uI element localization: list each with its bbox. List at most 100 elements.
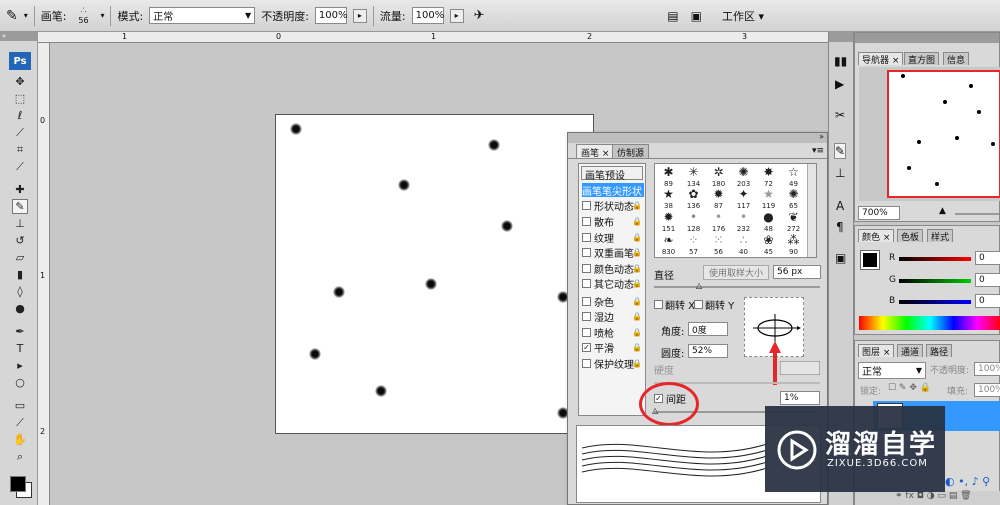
flip-y-row[interactable]: 翻转 Y [694, 297, 734, 312]
panel-menu-icon[interactable]: ▾≡ [812, 146, 824, 156]
navigator-view-box[interactable] [887, 70, 1000, 198]
flow-input[interactable]: 100% [411, 7, 444, 24]
angle-input[interactable]: 0度 [688, 322, 728, 336]
diameter-input[interactable]: 56 px [773, 265, 821, 279]
brush-tip[interactable]: ❦ 272 [782, 210, 805, 233]
list-item-color-dynamics[interactable]: 颜色动态 🔒 [582, 261, 644, 276]
gradient-icon[interactable]: ▮ [12, 267, 28, 282]
flow-slider-button[interactable]: ▸ [449, 8, 464, 23]
tab-paths[interactable]: 路径 [926, 344, 953, 358]
mode-dropdown[interactable]: 正常 ▼ [149, 7, 256, 24]
brush-tip[interactable]: ✸ 72 [757, 165, 780, 188]
pen-icon[interactable]: ✒ [12, 324, 28, 339]
checkbox[interactable] [582, 216, 591, 226]
diameter-slider-handle[interactable]: △ [696, 281, 702, 290]
tool-preset-dropdown-icon[interactable]: ▾ [24, 11, 28, 20]
eraser-icon[interactable]: ▱ [12, 250, 28, 265]
lasso-icon[interactable]: ℓ [12, 108, 28, 123]
fill-input[interactable]: 100% [974, 383, 1000, 397]
type-icon[interactable]: T [12, 341, 28, 356]
tab-channels[interactable]: 通道 [897, 344, 924, 358]
brush-tip[interactable]: • 176 [707, 210, 730, 233]
brush-tip[interactable]: ⁘ 57 [682, 233, 705, 256]
brush-tip[interactable]: ✳ 134 [682, 165, 705, 188]
g-slider[interactable] [899, 279, 971, 283]
path-select-icon[interactable]: ▸ [12, 358, 28, 373]
hand-icon[interactable]: ✋ [12, 432, 28, 447]
eyedropper2-icon[interactable]: ⟋ [12, 415, 28, 430]
tool-presets-icon[interactable]: ✂ [835, 108, 845, 122]
b-input[interactable]: 0 [975, 294, 1000, 308]
brush-icon[interactable]: ✎ [12, 199, 28, 214]
dodge-icon[interactable]: ● [12, 301, 28, 316]
dock-icon[interactable]: ▮▮ [834, 54, 847, 68]
clone-source-icon[interactable]: ⊥ [835, 166, 845, 180]
list-item-brush-tip-shape[interactable]: 画笔笔尖形状 [582, 183, 644, 198]
brush-tip[interactable]: ❀ 45 [757, 233, 780, 256]
list-item-protect-texture[interactable]: 保护纹理 🔒 [582, 356, 644, 371]
brush-tip[interactable]: • 232 [732, 210, 755, 233]
brush-tip[interactable]: ✦ 117 [732, 187, 755, 210]
tab-styles[interactable]: 样式 [927, 229, 954, 243]
eyedropper-icon[interactable]: ⟋ [12, 159, 28, 174]
opacity-input[interactable]: 100% [314, 7, 348, 24]
tab-layers[interactable]: 图层 × [858, 344, 895, 358]
brush-tip[interactable]: ★ 119 [757, 187, 780, 210]
brush-presets-button[interactable]: 画笔预设 [581, 166, 643, 182]
character-icon[interactable]: A [836, 199, 844, 213]
tab-brush[interactable]: 画笔 × [576, 144, 615, 159]
tab-info[interactable]: 信息 [943, 52, 970, 66]
layer-comps-icon[interactable]: ▣ [835, 251, 846, 265]
shape-icon[interactable]: ○ [12, 375, 28, 390]
diameter-slider[interactable] [654, 286, 820, 288]
tip-grid-scrollbar[interactable] [807, 164, 816, 257]
list-item-scattering[interactable]: 散布 🔒 [582, 214, 644, 229]
tab-swatches[interactable]: 色板 [897, 229, 924, 243]
blend-mode-dropdown[interactable]: 正常 ▼ [858, 362, 926, 379]
brush-tip[interactable]: ● 48 [757, 210, 780, 233]
layer-opacity-input[interactable]: 100% [974, 362, 1000, 376]
document-canvas[interactable] [275, 114, 594, 434]
brush-panel-header[interactable]: » [568, 132, 827, 143]
brush-tip[interactable]: • 128 [682, 210, 705, 233]
flip-x-row[interactable]: 翻转 X [654, 297, 695, 312]
list-item-wet-edges[interactable]: 湿边 🔒 [582, 309, 644, 324]
crop-icon[interactable]: ⌗ [12, 142, 28, 157]
list-item-noise[interactable]: 杂色 🔒 [582, 294, 644, 309]
brush-picker-arrow-icon[interactable]: ▾ [100, 11, 104, 20]
lock-icons[interactable]: ☐ ✎ ✥ 🔒 [888, 383, 931, 393]
color-spectrum[interactable] [859, 316, 1000, 330]
tab-clone-source[interactable]: 仿制源 [612, 144, 650, 159]
checkbox[interactable] [694, 300, 703, 309]
panel-toggle-icon[interactable]: ▤ [667, 9, 678, 23]
list-item-shape-dynamics[interactable]: 形状动态 🔒 [582, 198, 644, 213]
paragraph-icon[interactable]: ¶ [836, 220, 844, 234]
checkbox[interactable] [654, 300, 663, 309]
fg-color-swatch[interactable] [860, 250, 880, 270]
zoom-out-icon[interactable]: ▲ [939, 206, 946, 216]
zoom-slider[interactable] [955, 213, 999, 215]
r-slider[interactable] [899, 257, 971, 261]
tab-histogram[interactable]: 直方图 [904, 52, 940, 66]
actions-icon[interactable]: ▶ [835, 77, 844, 91]
b-slider[interactable] [899, 300, 971, 304]
screen-mode-icon[interactable]: ▣ [691, 9, 702, 23]
brush-tip[interactable]: ✺ 65 [782, 187, 805, 210]
brush-tip[interactable]: ✲ 180 [707, 165, 730, 188]
collapse-icon[interactable]: » [819, 132, 824, 141]
brush-tip[interactable]: ❧ 830 [657, 233, 680, 256]
brush-tip[interactable]: ⁂ 90 [782, 233, 805, 256]
checkbox[interactable] [582, 232, 591, 242]
brushes-icon[interactable]: ✎ [834, 143, 847, 159]
checkbox[interactable] [582, 327, 591, 337]
brush-tip[interactable]: ✺ 203 [732, 165, 755, 188]
r-input[interactable]: 0 [975, 251, 1000, 265]
tab-navigator[interactable]: 导航器 × [858, 52, 904, 66]
list-item-airbrush[interactable]: 喷枪 🔒 [582, 325, 644, 340]
workspace-menu[interactable]: 工作区 ▾ [722, 8, 764, 24]
notes-icon[interactable]: ▭ [12, 398, 28, 413]
brush-tip[interactable]: ✹ 87 [707, 187, 730, 210]
history-brush-icon[interactable]: ↺ [12, 233, 28, 248]
brush-tip[interactable]: ⁙ 56 [707, 233, 730, 256]
marquee-icon[interactable]: ⬚ [12, 91, 28, 106]
